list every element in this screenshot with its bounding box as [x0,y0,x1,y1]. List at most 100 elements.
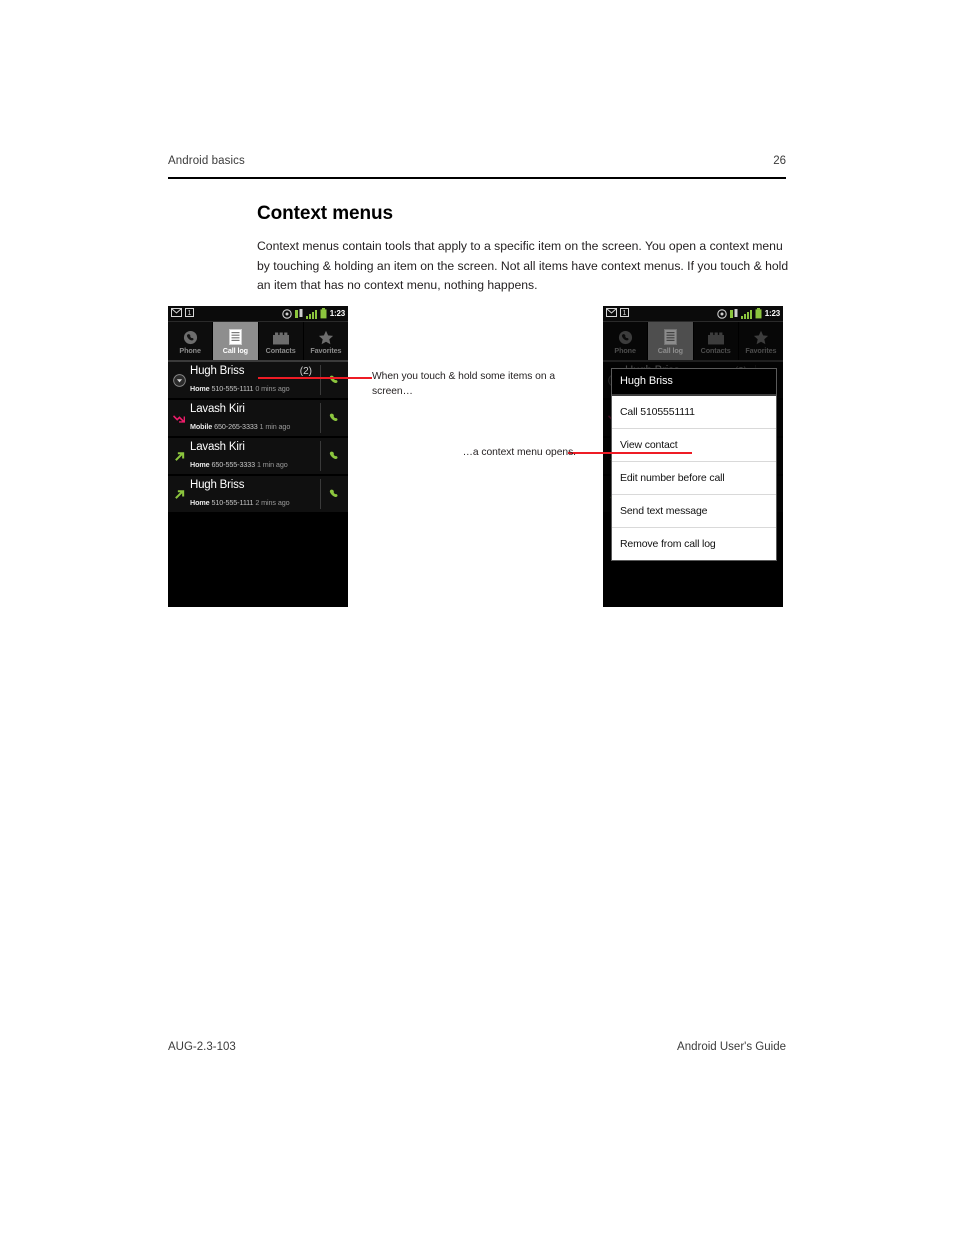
tab-bar: Phone Call log Contacts Favorites [603,322,783,362]
call-log-list: Hugh Briss (2) Home 510-555-1111 0 mins … [168,362,348,514]
gps-icon [282,308,292,319]
contacts-book-icon [272,328,289,345]
call-button[interactable] [320,479,348,509]
callout-context-opens: …a context menu opens. [462,447,576,458]
signal-bars-icon [305,309,317,319]
sync-icon [294,308,303,318]
phone-screenshot-context-menu: 1 1:23 Phone Call log Contacts Favorites… [603,306,783,607]
call-button[interactable] [320,365,348,395]
star-icon [318,328,334,345]
battery-icon [755,308,762,319]
phone-number: 510-555-1111 [211,384,254,393]
contact-name: Hugh Briss [190,479,245,491]
call-log-row-details: Lavash Kiri Mobile 650-265-3333 1 min ag… [190,402,320,434]
call-log-row[interactable]: Hugh Briss Home 510-555-1111 2 mins ago [168,476,348,514]
call-log-list-icon [228,328,242,345]
call-button[interactable] [320,441,348,471]
call-time-ago: 2 mins ago [255,498,290,507]
context-menu-item-send-text[interactable]: Send text message [612,495,776,528]
star-icon [753,328,769,345]
call-log-row-details: Lavash Kiri Home 650-555-3333 1 min ago [190,440,320,472]
section-body-text: Context menus contain tools that apply t… [257,239,789,292]
call-count: (2) [299,366,312,377]
sync-icon [729,308,738,318]
tab-favorites-label: Favorites [745,345,777,355]
tab-contacts-label: Contacts [700,345,731,355]
call-log-row-details: Hugh Briss (2) Home 510-555-1111 0 mins … [190,364,320,396]
outgoing-call-icon [168,451,190,462]
tab-phone-label: Phone [179,345,201,355]
number-label: Home [190,460,210,469]
contacts-book-icon [707,328,724,345]
contact-name: Lavash Kiri [190,441,245,453]
call-log-row-subtitle: Home 510-555-1111 0 mins ago [190,384,290,393]
contact-name: Lavash Kiri [190,403,245,415]
callout-leader-line-context-opens [568,452,692,454]
footer-document-code: AUG-2.3-103 [168,1041,236,1053]
svg-text:1: 1 [623,310,627,317]
tab-favorites[interactable]: Favorites [303,322,348,360]
status-bar-clock: 1:23 [764,309,780,318]
context-menu: Hugh Briss Call 5105551111 View contact … [611,368,777,561]
envelope-icon [171,308,182,317]
tab-favorites[interactable]: Favorites [738,322,783,360]
call-time-ago: 1 min ago [256,460,288,469]
number-label: Mobile [190,422,213,431]
number-label: Home [190,498,210,507]
context-menu-item-remove[interactable]: Remove from call log [612,528,776,560]
tab-call-log[interactable]: Call log [648,322,694,360]
header-section-label: Android basics [168,155,245,167]
call-log-row-subtitle: Home 510-555-1111 2 mins ago [190,498,290,507]
call-button[interactable] [320,403,348,433]
call-time-ago: 0 mins ago [255,384,290,393]
tab-favorites-label: Favorites [310,345,342,355]
gps-icon [717,308,727,319]
callout-leader-line-touch-hold [258,377,372,379]
tab-bar: Phone Call log Contacts Favorites [168,322,348,362]
status-bar-clock: 1:23 [329,309,345,318]
status-bar-left-icons: 1 [171,308,194,317]
sim-card-icon: 1 [185,308,194,317]
phone-number: 650-555-3333 [211,460,256,469]
envelope-icon [606,308,617,317]
tab-contacts-label: Contacts [265,345,296,355]
battery-icon [320,308,327,319]
callout-touch-hold: When you touch & hold some items on a sc… [372,371,556,397]
status-bar-right-icons: 1:23 [282,307,345,320]
sim-card-icon: 1 [620,308,629,317]
tab-phone[interactable]: Phone [168,322,214,360]
call-log-row-subtitle: Mobile 650-265-3333 1 min ago [190,422,290,431]
footer-document-title: Android User's Guide [677,1041,786,1053]
status-bar: 1 1:23 [603,306,783,322]
tab-phone-label: Phone [614,345,636,355]
tab-contacts[interactable]: Contacts [258,322,304,360]
context-menu-item-view-contact[interactable]: View contact [612,429,776,462]
call-log-row[interactable]: Hugh Briss (2) Home 510-555-1111 0 mins … [168,362,348,400]
tab-call-log-label: Call log [222,345,248,355]
tab-contacts[interactable]: Contacts [693,322,739,360]
number-label: Home [190,384,210,393]
call-time-ago: 1 min ago [259,422,291,431]
phone-screenshot-call-log: 1 1:23 Phone Call log Contacts Favorites… [168,306,348,607]
page-number: 26 [773,155,786,167]
phone-number: 650-265-3333 [214,422,258,431]
svg-text:1: 1 [188,310,192,317]
page-header: Android basics 26 [168,155,786,179]
contact-name: Hugh Briss [190,365,245,377]
context-menu-item-call[interactable]: Call 5105551111 [612,396,776,429]
phone-handset-icon [183,328,198,345]
tab-phone[interactable]: Phone [603,322,649,360]
status-bar-right-icons: 1:23 [717,307,780,320]
call-log-row[interactable]: Lavash Kiri Home 650-555-3333 1 min ago [168,438,348,476]
call-log-row[interactable]: Lavash Kiri Mobile 650-265-3333 1 min ag… [168,400,348,438]
missed-call-icon [168,413,190,424]
phone-number: 510-555-1111 [211,498,254,507]
missed-expand-icon[interactable] [168,373,190,387]
status-bar-left-icons: 1 [606,308,629,317]
context-menu-item-edit-number[interactable]: Edit number before call [612,462,776,495]
call-log-row-details: Hugh Briss Home 510-555-1111 2 mins ago [190,478,320,510]
header-divider [168,177,786,179]
status-bar: 1 1:23 [168,306,348,322]
tab-call-log[interactable]: Call log [213,322,259,360]
phone-handset-icon [618,328,633,345]
